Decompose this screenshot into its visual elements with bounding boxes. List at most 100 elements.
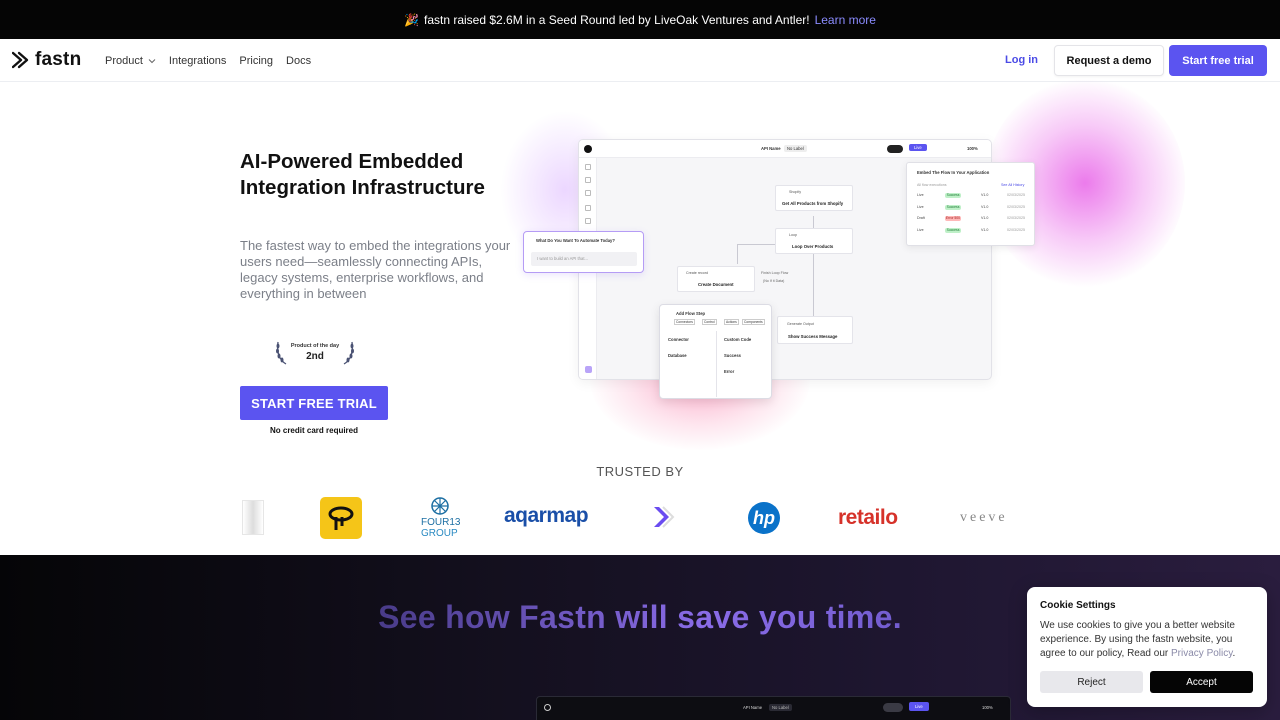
learn-more-link[interactable]: Learn more [815, 13, 876, 27]
panel-subtitle: All flow executions [917, 183, 947, 187]
node-title: Get All Products from Shopify [782, 201, 844, 206]
brand-name: fastn [35, 49, 82, 70]
row-version: V1.0 [981, 205, 989, 209]
step-panel-title: Add Flow Step [676, 311, 706, 316]
aqarmap-logo: aqarmap [504, 504, 589, 527]
node-title: Create Document [698, 282, 734, 287]
nav-pricing[interactable]: Pricing [239, 55, 273, 67]
four13-group-logo: FOUR13 GROUP [416, 496, 464, 544]
nav-docs[interactable]: Docs [286, 55, 311, 67]
mockup-logo-icon [584, 145, 592, 153]
row-env: Live [917, 228, 924, 232]
step-item[interactable]: Custom Code [724, 337, 751, 342]
brand-logo[interactable]: fastn [12, 49, 81, 71]
row-date: 02/03/2025 [1007, 193, 1025, 197]
trusted-heading: TRUSTED BY [596, 464, 684, 479]
status-row: Draft Error 500 V1.0 02/03/2025 [917, 216, 1032, 222]
prompt-placeholder: I want to build an API that... [537, 256, 588, 261]
row-status: Success [945, 205, 961, 210]
nav-links: Product Integrations Pricing Docs [105, 39, 311, 82]
hero-start-trial-button[interactable]: START FREE TRIAL [240, 386, 388, 420]
step-tab[interactable]: Components [742, 319, 765, 325]
execution-history-panel: Embed The Flow In Your Application All f… [906, 162, 1035, 246]
row-status: Success [945, 193, 961, 198]
sidebar-icon [585, 205, 591, 211]
accept-button[interactable]: Accept [1150, 671, 1253, 693]
dark-toggle-icon [883, 703, 903, 712]
product-of-day-badge[interactable]: Product of the day 2nd [272, 338, 358, 368]
step-item[interactable]: Success [724, 353, 741, 358]
nav-product-label: Product [105, 54, 143, 67]
flow-node-create: Create record Create Document [677, 266, 755, 292]
hp-logo-text: hp [753, 507, 775, 528]
mockup-logo-icon [544, 704, 551, 711]
mockup-toggle-icon [887, 145, 903, 153]
row-date: 02/03/2025 [1007, 205, 1025, 209]
cookie-banner: Cookie Settings We use cookies to give y… [1027, 587, 1267, 707]
announcement-bar: 🎉 fastn raised $2.6M in a Seed Round led… [0, 0, 1280, 39]
partial-logo [242, 500, 264, 535]
prompt-input[interactable]: I want to build an API that... [531, 252, 637, 266]
row-env: Live [917, 193, 924, 197]
mockup-no-label: No Label [784, 145, 807, 152]
node-tag: Generate Output [787, 322, 814, 326]
step-tab[interactable]: Actions [724, 319, 739, 325]
step-tab[interactable]: Connectors [674, 319, 695, 325]
step-item[interactable]: Error [724, 369, 734, 374]
see-history-link[interactable]: See All History [1001, 183, 1024, 187]
sidebar-icon [585, 218, 591, 224]
chevron-down-icon [148, 58, 156, 63]
privacy-policy-link[interactable]: Privacy Policy [1171, 648, 1233, 659]
chevron-brand-logo [654, 506, 675, 528]
laurel-right-icon [343, 341, 354, 365]
row-date: 02/03/2025 [1007, 216, 1025, 220]
brand-mark-icon [328, 506, 354, 530]
login-link[interactable]: Log in [1005, 54, 1038, 66]
add-flow-step-panel: Add Flow Step Connectors Control Actions… [659, 304, 772, 399]
flow-node-shopify: Shopify Get All Products from Shopify [775, 185, 853, 211]
row-version: V1.0 [981, 228, 989, 232]
row-status: Error 500 [945, 216, 961, 221]
dark-mockup: API Name No Label Live 100% [536, 696, 1011, 720]
hp-logo: hp [748, 502, 780, 534]
dark-live-badge: Live [909, 702, 929, 711]
step-item[interactable]: Database [668, 353, 687, 358]
cookie-text: We use cookies to give you a better webs… [1040, 620, 1236, 659]
fastn-logo-icon [12, 51, 29, 69]
logo-strip: FOUR13 GROUP aqarmap hp retailo veeve [0, 490, 1280, 550]
mockup-live-badge: Live [909, 144, 927, 151]
start-trial-button[interactable]: Start free trial [1169, 45, 1267, 76]
request-demo-button[interactable]: Request a demo [1054, 45, 1164, 76]
announcement-text: fastn raised $2.6M in a Seed Round led b… [424, 12, 810, 27]
mockup-toolbar: API Name No Label Live 100% [579, 140, 991, 158]
hero-subtitle: The fastest way to embed the integration… [240, 238, 511, 301]
row-version: V1.0 [981, 193, 989, 197]
sidebar-icon [585, 190, 591, 196]
mockup-zoom: 100% [967, 146, 978, 151]
row-env: Live [917, 205, 924, 209]
retailo-logo: retailo [838, 506, 898, 529]
step-item[interactable]: Connector [668, 337, 689, 342]
automation-prompt-card[interactable]: What Do You Want To Automate Today? I wa… [523, 231, 644, 273]
node-tag: Loop [789, 233, 797, 237]
step-tab[interactable]: Control [702, 319, 717, 325]
loop-end-note: (No If it Data) [763, 279, 785, 283]
flow-node-loop: Loop Loop Over Products [775, 228, 853, 254]
row-date: 02/03/2025 [1007, 228, 1025, 232]
row-version: V1.0 [981, 216, 989, 220]
row-env: Draft [917, 216, 925, 220]
node-title: Show Success Message [788, 334, 838, 339]
prompt-title: What Do You Want To Automate Today? [536, 238, 615, 243]
nav-product[interactable]: Product [105, 55, 156, 67]
sidebar-icon [585, 164, 591, 170]
status-row: Live Success V1.0 02/03/2025 [917, 205, 1032, 211]
reject-button[interactable]: Reject [1040, 671, 1143, 693]
panel-title: Embed The Flow In Your Application [917, 170, 990, 175]
nav-integrations[interactable]: Integrations [169, 55, 226, 67]
row-status: Success [945, 228, 961, 233]
no-credit-card-note: No credit card required [269, 426, 359, 435]
dark-api-name: API Name [743, 705, 763, 710]
yellow-brand-logo [320, 497, 362, 539]
status-row: Live Success V1.0 02/03/2025 [917, 193, 1032, 199]
party-icon: 🎉 [404, 12, 419, 27]
